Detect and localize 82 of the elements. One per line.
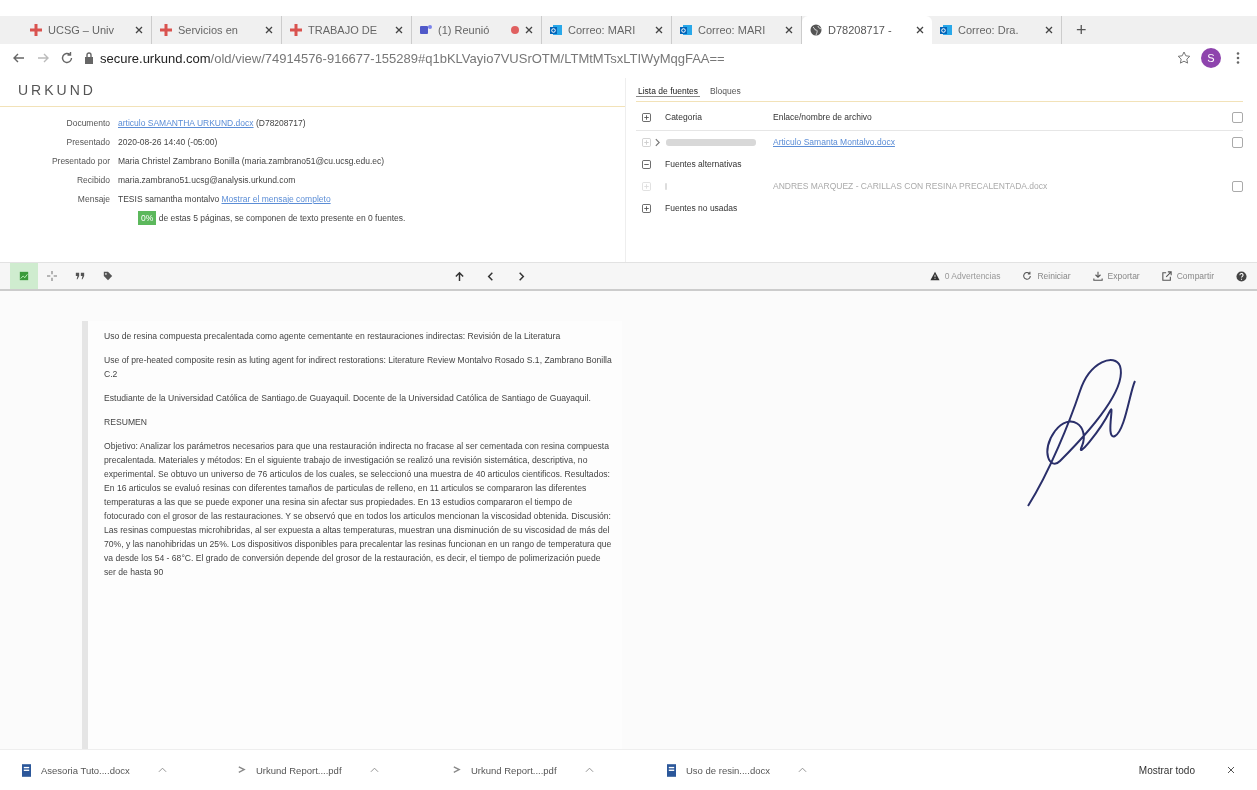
collapse-icon[interactable]: [642, 159, 651, 169]
column-header: Categoria: [665, 112, 703, 122]
close-icon[interactable]: [525, 26, 533, 34]
download-item[interactable]: Urkund Report....pdf: [215, 763, 430, 777]
chevron-icon[interactable]: [655, 137, 660, 147]
address-field[interactable]: secure.urkund.com/old/view/74914576-916677-155289#q1bKLVayio7VUSrOTM/LTMtMTsxLTIWyMqgFAA==: [84, 50, 1167, 66]
download-item[interactable]: Uso de resin....docx: [645, 763, 860, 777]
quote-icon: [75, 271, 85, 281]
group-label: Fuentes no usadas: [665, 203, 739, 213]
warning-button[interactable]: 0 Advertencias: [929, 271, 1001, 281]
chart-icon: [19, 271, 29, 281]
show-all-button[interactable]: Mostrar todo: [1132, 763, 1201, 777]
close-icon[interactable]: [265, 26, 273, 34]
document-paragraph: Uso de resina compuesta precalentada como agente cementante en restauraciones indirectas: Revisión de la Literatura: [104, 330, 562, 343]
close-icon[interactable]: [135, 26, 143, 34]
back-icon[interactable]: [12, 51, 26, 65]
cross-icon: [290, 24, 302, 36]
document-link[interactable]: articulo SAMANTHA URKUND.docx: [118, 117, 254, 128]
show-message-link[interactable]: Mostrar el mensaje completo: [221, 193, 331, 204]
panel-tab[interactable]: Lista de fuentes: [636, 86, 700, 97]
refresh-button[interactable]: Reiniciar: [1022, 271, 1071, 281]
message-text: TESIS samantha montalvo: [118, 193, 220, 204]
checkbox[interactable]: [1232, 136, 1243, 148]
document-paragraph: Objetivo: Analizar los parámetros necesarios para que una restauración indirecta no fracase al ser cementada con resina compuesta precalentada. Materiales y métodos: En el siguiente trabajo de investigación se realizó una revisión sistemática, descriptiva, no experimental. Se obtuvo un universo de 76 articulos de los cuales, se seleccionó una muestra de 40 articulos cientificos. Resultados: En 16 articulos se evaluó resinas con diferentes tamaños de particulas de relleno, en 11 articulos se compararon las diferentes temperaturas a las que se puede exponer una resina sin afectar sus propiedades. En 13 estudios compararon el tiempo de fotocurado con el grosor de las restauraciones. Y se observó que en todos los articulos mencionan la viscosidad obtenida. Discusión: Las resinas compuestas microhibridas, al ser expuesta a altas temperaturas, muestran una disminución de su viscosidad de más del 70%, y las nanohibridas un 25%. Los dispositivos disponibles para precalentar las resinas funcionan en un rango de temperatura que va desde los 54 - 68°C. El grado de conversión depende del grosor de la restauración, es decir, el tiempo de polimerización puede ser de hasta 90: [104, 440, 612, 579]
column-header: Enlace/nombre de archivo: [773, 112, 873, 122]
checkbox[interactable]: [1232, 111, 1243, 123]
match-percent: 0%: [138, 210, 157, 225]
profile-avatar[interactable]: S: [1201, 48, 1221, 68]
share-icon: [1161, 271, 1172, 281]
mail-icon: [680, 24, 692, 36]
crosshair-icon: [47, 271, 57, 281]
lock-icon: [84, 52, 94, 64]
field-label: Presentado por: [50, 155, 111, 166]
teams-icon: [420, 24, 432, 36]
group-label: Fuentes alternativas: [665, 159, 743, 169]
close-icon[interactable]: [1045, 26, 1053, 34]
refresh-icon: [1022, 271, 1033, 281]
star-icon[interactable]: [1177, 51, 1191, 65]
field-label: Presentado: [65, 136, 111, 147]
share-button[interactable]: Compartir: [1161, 271, 1214, 281]
chart-tool-button[interactable]: [10, 263, 38, 289]
download-item[interactable]: Asesoria Tuto....docx: [0, 763, 215, 777]
document-id: (D78208717): [255, 117, 306, 128]
next-icon[interactable]: [516, 270, 527, 282]
source-file-link[interactable]: Articulo Samanta Montalvo.docx: [773, 137, 1232, 147]
cross-icon: [160, 24, 172, 36]
document-icon: [22, 763, 31, 777]
mail-icon: [550, 24, 562, 36]
close-icon[interactable]: [785, 26, 793, 34]
field-label: Recibido: [75, 174, 111, 185]
browser-tab[interactable]: D78208717 -: [802, 16, 932, 44]
close-icon[interactable]: [655, 26, 663, 34]
download-button[interactable]: Exportar: [1092, 271, 1140, 281]
field-label: Mensaje: [76, 193, 111, 204]
field-value: Maria Christel Zambrano Bonilla (maria.zambrano51@cu.ucsg.edu.ec): [118, 155, 385, 166]
document-icon: [667, 763, 676, 777]
expand-icon[interactable]: [642, 112, 651, 122]
download-item[interactable]: Urkund Report....pdf: [430, 763, 645, 777]
download-icon: [1092, 271, 1103, 281]
urkund-logo: URKUND: [0, 78, 625, 107]
warning-icon: [929, 271, 940, 281]
globe-icon: [810, 24, 822, 36]
reload-icon[interactable]: [60, 51, 74, 65]
close-icon[interactable]: [395, 26, 403, 34]
previous-icon[interactable]: [485, 270, 496, 282]
field-value: maria.zambrano51.ucsg@analysis.urkund.com: [118, 174, 296, 185]
up-arrow-icon[interactable]: [454, 270, 465, 282]
expand-icon[interactable]: [642, 203, 651, 213]
document-paragraph: RESUMEN: [104, 416, 148, 429]
field-value: 2020-08-26 14:40 (-05:00): [118, 136, 218, 147]
close-icon[interactable]: [916, 26, 924, 34]
new-tab-button[interactable]: +: [1070, 19, 1093, 41]
field-label: Documento: [65, 117, 111, 128]
document-paragraph: Estudiante de la Universidad Católica de Santiago.de Guayaquil. Docente de la Universidad Católica de Santiago de Guayaquil.: [104, 392, 592, 405]
help-icon[interactable]: [1236, 270, 1247, 282]
panel-tab[interactable]: Bloques: [708, 86, 743, 97]
close-icon[interactable]: [1227, 766, 1235, 774]
document-paragraph: Use of pre-heated composite resin as luting agent for indirect restorations: Literature Review Montalvo Rosado S.1, Zambrano Bonilla C.2: [104, 354, 612, 381]
match-summary: de estas 5 páginas, se componen de texto presente en 0 fuentes.: [158, 212, 406, 223]
cross-icon: [30, 24, 42, 36]
mail-icon: [940, 24, 952, 36]
tag-icon: [103, 271, 113, 281]
